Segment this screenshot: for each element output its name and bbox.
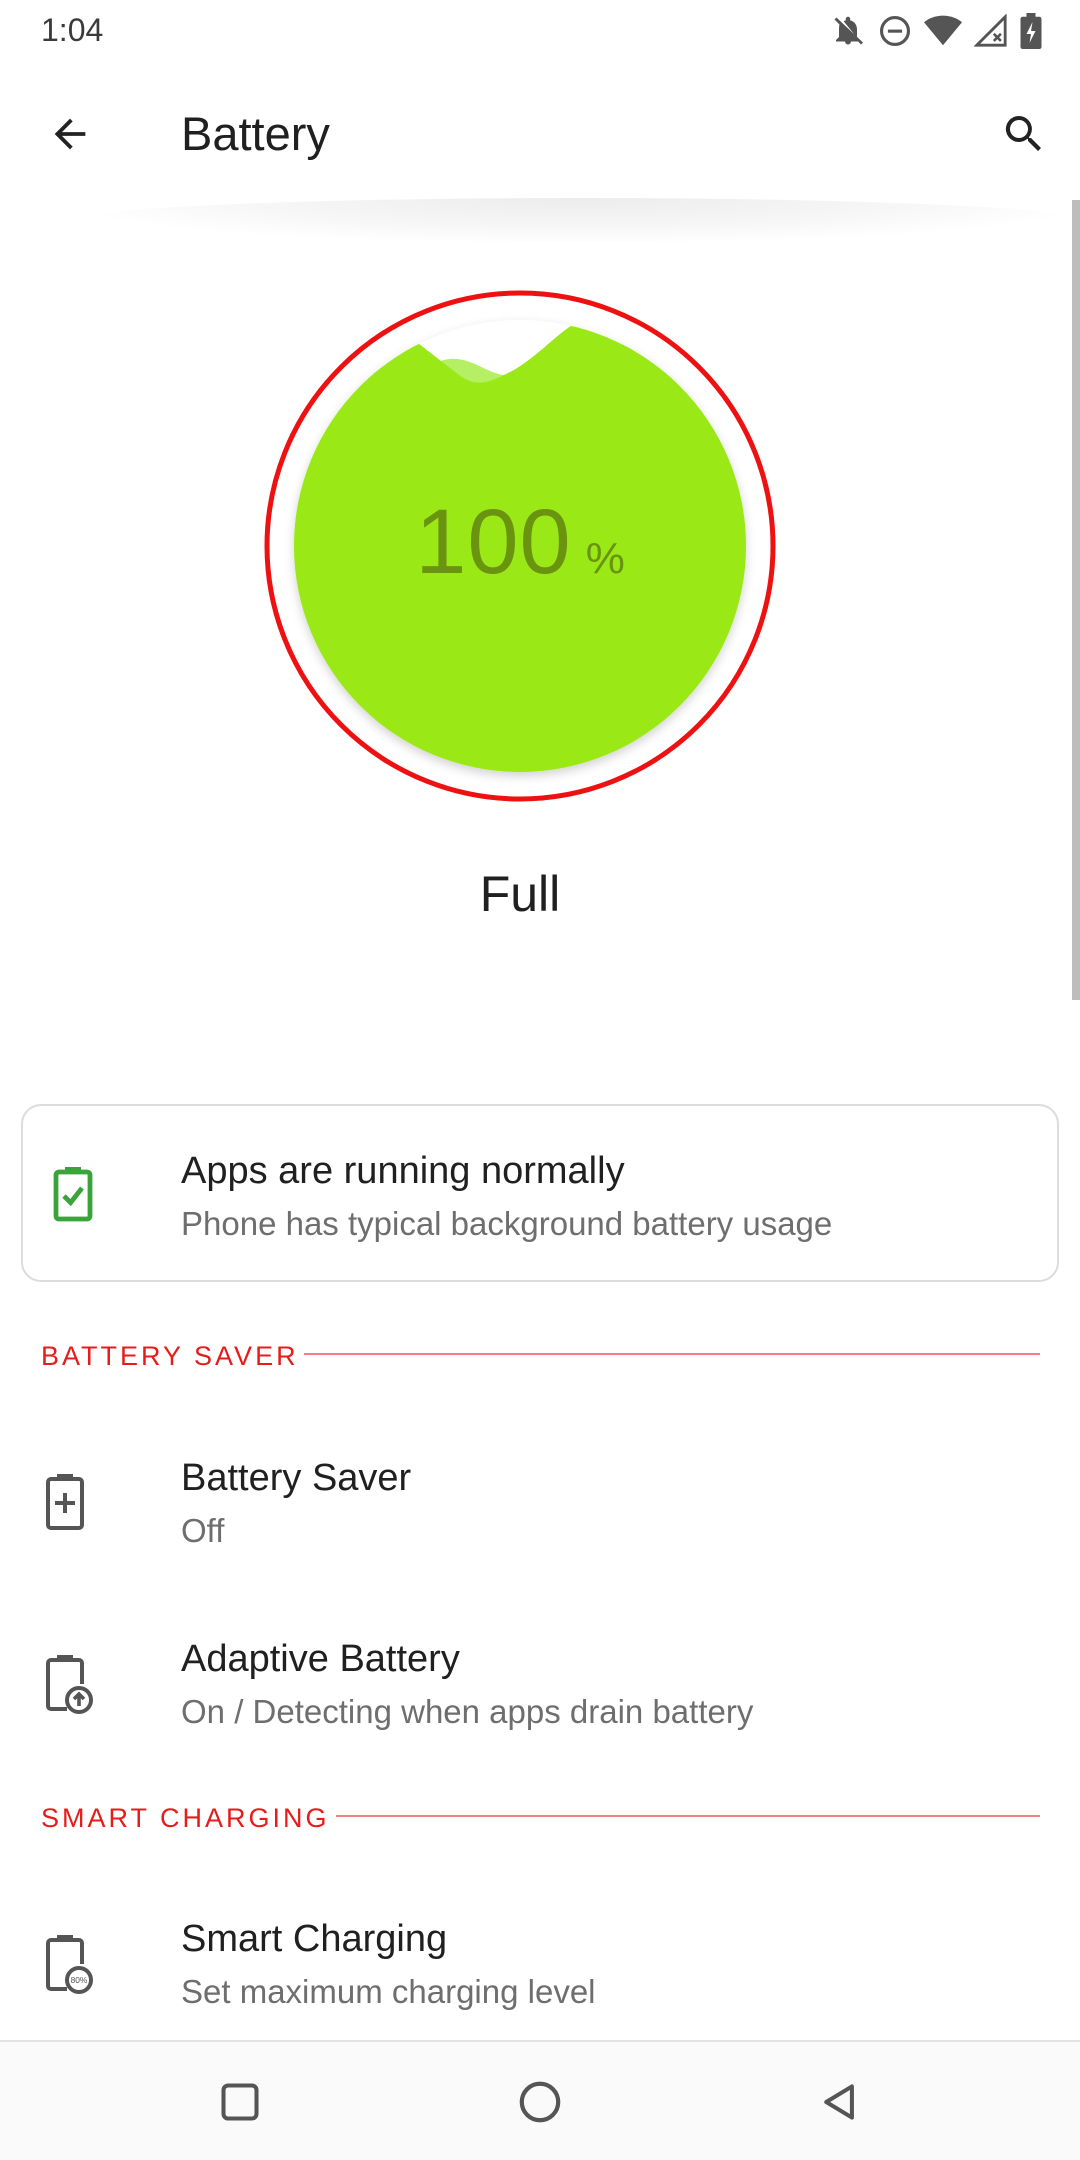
smart-charging-icon: 80% — [45, 1934, 93, 1999]
battery-plus-icon — [45, 1473, 85, 1536]
status-icons — [830, 12, 1042, 50]
app-bar: Battery — [0, 62, 1080, 200]
recents-square-icon — [221, 2083, 259, 2121]
app-status-card[interactable]: Apps are running normally Phone has typi… — [21, 1104, 1059, 1282]
battery-charging-icon — [1020, 13, 1042, 49]
recents-button[interactable] — [200, 2062, 280, 2142]
section-divider — [304, 1353, 1040, 1355]
smart-charging-item[interactable]: 80% Smart Charging Set maximum charging … — [0, 1896, 1072, 2046]
nav-back-button[interactable] — [800, 2062, 880, 2142]
row-subtitle: On / Detecting when apps drain battery — [181, 1693, 754, 1730]
section-divider — [336, 1815, 1040, 1817]
battery-check-icon — [53, 1166, 93, 1227]
section-header-smart-charging: SMART CHARGING — [41, 1798, 330, 1838]
smart-charging-badge: 80% — [71, 1975, 88, 1985]
back-triangle-icon — [824, 2084, 854, 2120]
status-time: 1:04 — [41, 12, 104, 48]
status-bar: 1:04 — [0, 0, 1080, 62]
row-title: Battery Saver — [181, 1457, 412, 1499]
home-circle-icon — [519, 2081, 561, 2123]
section-label: SMART CHARGING — [41, 1802, 330, 1833]
battery-saver-item[interactable]: Battery Saver Off — [0, 1435, 1072, 1585]
wifi-icon — [924, 14, 962, 48]
home-button[interactable] — [500, 2062, 580, 2142]
battery-level-readout: 100% — [264, 490, 776, 595]
header-shadow — [80, 198, 1080, 242]
search-button[interactable] — [988, 98, 1060, 170]
app-status-title: Apps are running normally — [181, 1150, 625, 1192]
adaptive-battery-icon — [45, 1654, 93, 1719]
adaptive-battery-item[interactable]: Adaptive Battery On / Detecting when app… — [0, 1616, 1072, 1766]
back-button[interactable] — [34, 98, 106, 170]
section-label: BATTERY SAVER — [41, 1340, 299, 1371]
search-icon — [1005, 116, 1041, 151]
battery-status-label: Full — [479, 866, 561, 922]
scrollbar[interactable] — [1072, 200, 1080, 1000]
section-header-battery-saver: BATTERY SAVER — [41, 1336, 299, 1376]
do-not-disturb-icon — [878, 14, 912, 48]
notifications-off-icon — [830, 13, 866, 49]
page-title: Battery — [181, 107, 330, 160]
arrow-back-icon — [54, 118, 86, 150]
cellular-signal-icon — [974, 14, 1008, 48]
battery-level-unit: % — [585, 534, 625, 583]
row-subtitle: Off — [181, 1512, 225, 1549]
row-title: Adaptive Battery — [181, 1638, 460, 1680]
battery-level-value: 100 — [415, 491, 572, 593]
app-status-subtitle: Phone has typical background battery usa… — [181, 1205, 833, 1242]
navigation-bar — [0, 2042, 1080, 2160]
row-title: Smart Charging — [181, 1918, 448, 1960]
row-subtitle: Set maximum charging level — [181, 1973, 596, 2010]
